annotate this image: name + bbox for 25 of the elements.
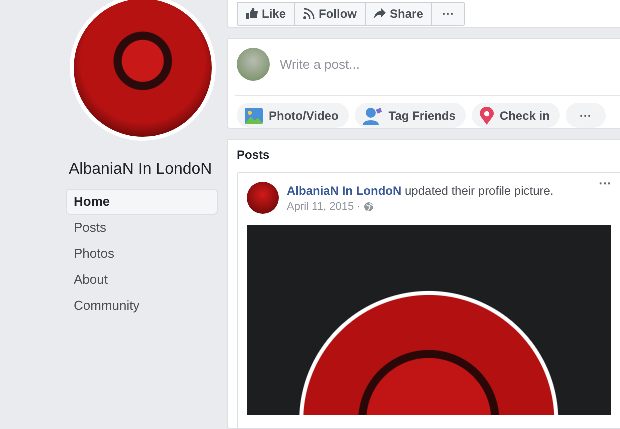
section-heading: Posts — [237, 148, 271, 162]
like-button[interactable]: Like — [238, 2, 296, 24]
nav-link[interactable]: About — [67, 268, 217, 292]
photo-button[interactable]: Photo/Video — [237, 103, 349, 128]
nav-link[interactable]: Community — [67, 294, 217, 318]
page-name: AlbaniaN In LondoN — [69, 160, 212, 180]
nav-link[interactable]: Photos — [67, 242, 217, 266]
nav-link[interactable]: Posts — [67, 216, 217, 240]
separator: · — [357, 200, 361, 215]
post-menu-button[interactable]: ··· — [599, 176, 612, 191]
page-avatar[interactable] — [247, 182, 279, 214]
location-pin-icon — [480, 106, 494, 124]
nav-link[interactable]: Home — [67, 190, 217, 214]
checkin-button[interactable]: Check in — [472, 103, 560, 128]
more-button[interactable]: ··· — [566, 103, 606, 128]
tag-person-icon — [362, 106, 383, 124]
user-avatar — [237, 48, 270, 81]
author-link[interactable]: AlbaniaN In LondoN — [287, 184, 402, 198]
tag-button[interactable]: Tag Friends — [354, 103, 466, 128]
thumbs-up-icon — [246, 8, 258, 19]
post-header-text: AlbaniaN In LondoN updated their profile picture. — [287, 183, 554, 199]
rss-icon — [303, 8, 316, 20]
globe-icon — [364, 202, 374, 212]
share-arrow-icon — [374, 8, 386, 19]
photo-icon — [245, 108, 263, 124]
